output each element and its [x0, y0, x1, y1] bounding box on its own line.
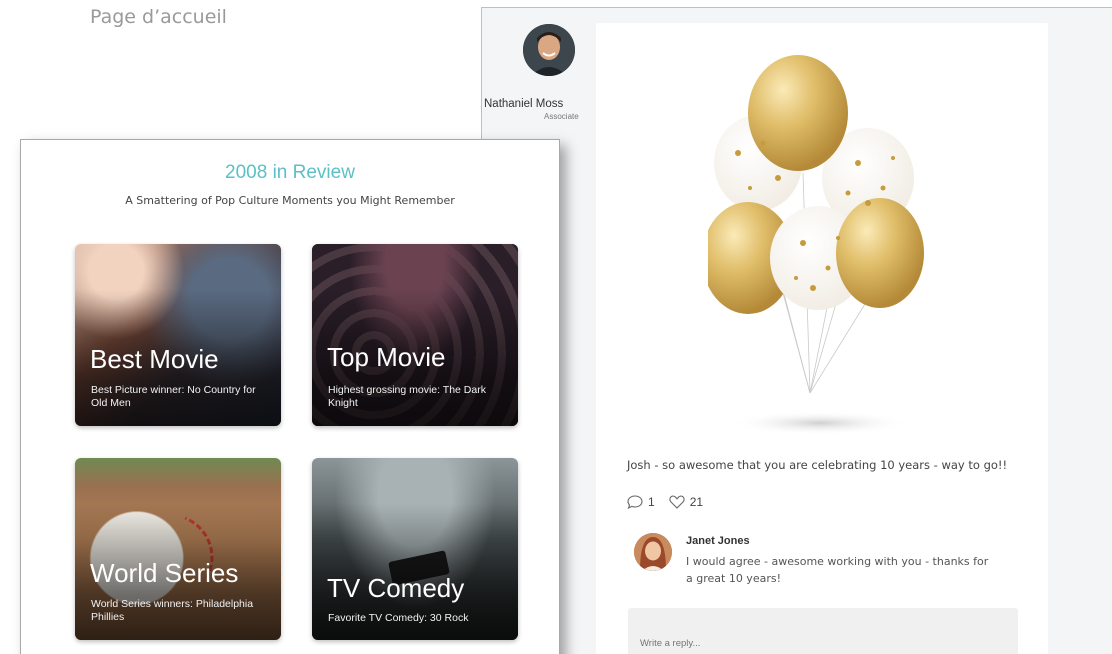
page-label: Page d’accueil — [90, 6, 227, 28]
review-panel: 2008 in Review A Smattering of Pop Cultu… — [20, 139, 560, 654]
post-card: Josh - so awesome that you are celebrati… — [596, 23, 1048, 654]
like-count: 21 — [689, 495, 704, 509]
like-stat[interactable]: 21 — [669, 495, 703, 509]
post-text: Josh - so awesome that you are celebrati… — [627, 458, 1008, 472]
reply-text: I would agree - awesome working with you… — [686, 555, 989, 585]
tile-world-series[interactable]: World Series World Series winners: Phila… — [75, 458, 281, 640]
post-stats: 1 21 — [627, 495, 703, 509]
heart-icon — [669, 495, 685, 509]
balloons-image — [702, 53, 938, 435]
comment-count: 1 — [648, 495, 655, 509]
tile-description: Favorite TV Comedy: 30 Rock — [328, 612, 469, 624]
tile-title: TV Comedy — [327, 573, 465, 603]
review-title: 2008 in Review — [225, 162, 355, 183]
tile-title: World Series — [90, 558, 239, 588]
reply-input[interactable] — [628, 608, 1018, 654]
tile-best-movie[interactable]: Best Movie Best Picture winner: No Count… — [75, 244, 281, 426]
reply-author-name[interactable]: Janet Jones — [686, 535, 750, 547]
author-avatar[interactable] — [523, 24, 575, 76]
comment-icon — [627, 495, 643, 509]
tile-description: Highest grossing movie: The Dark Knight — [328, 384, 486, 409]
author-name[interactable]: Nathaniel Moss — [484, 98, 563, 110]
tile-description: Best Picture winner: No Country for Old … — [91, 384, 256, 409]
tile-title: Top Movie — [327, 342, 446, 372]
author-role: Associate — [544, 112, 579, 121]
review-subtitle: A Smattering of Pop Culture Moments you … — [125, 194, 455, 207]
reply-avatar[interactable] — [634, 533, 672, 571]
tile-tv-comedy[interactable]: TV Comedy Favorite TV Comedy: 30 Rock — [312, 458, 518, 640]
tile-title: Best Movie — [90, 344, 219, 374]
comment-stat[interactable]: 1 — [627, 495, 655, 509]
tile-description: World Series winners: Philadelphia Phill… — [91, 598, 254, 623]
tile-top-movie[interactable]: Top Movie Highest grossing movie: The Da… — [312, 244, 518, 426]
post-panel: Nathaniel Moss Associate Josh - so aweso… — [481, 7, 1112, 654]
